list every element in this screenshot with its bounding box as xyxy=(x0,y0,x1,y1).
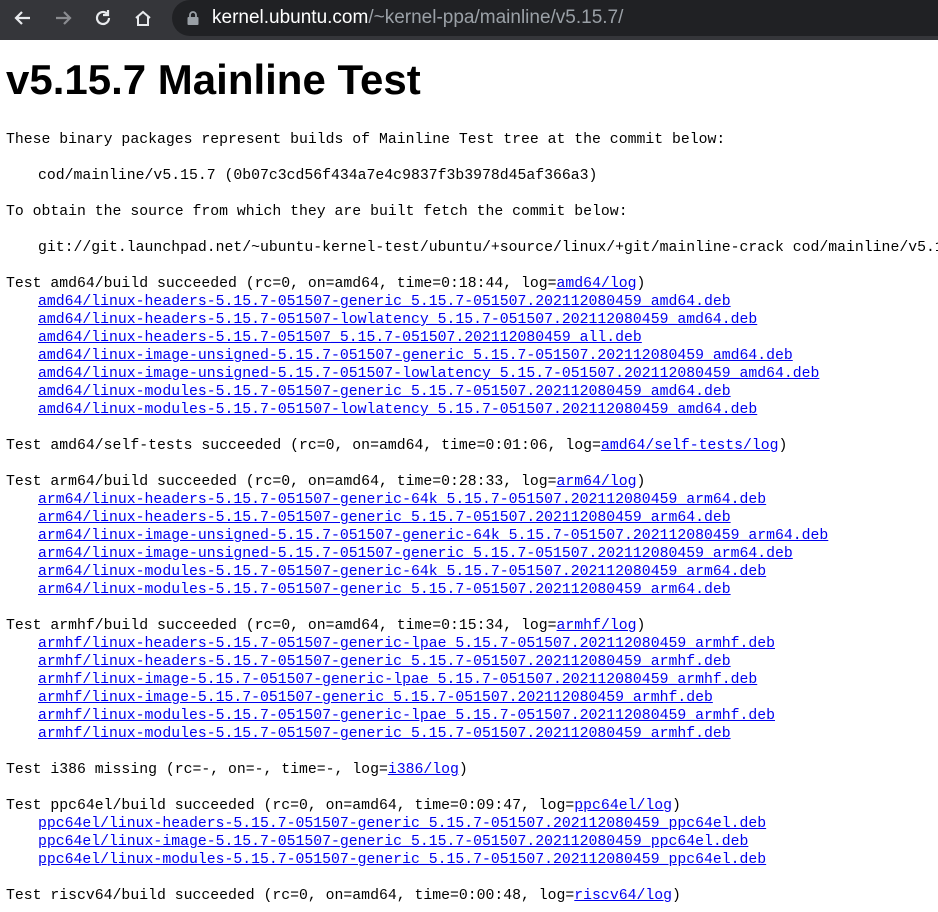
package-link[interactable]: arm64/linux-image-unsigned-5.15.7-051507… xyxy=(6,527,828,545)
test-status-line: Test amd64/build succeeded (rc=0, on=amd… xyxy=(6,276,646,292)
package-link[interactable]: amd64/linux-headers-5.15.7-051507_5.15.7… xyxy=(6,329,819,347)
test-status-line: Test riscv64/build succeeded (rc=0, on=a… xyxy=(6,888,681,904)
package-link[interactable]: armhf/linux-modules-5.15.7-051507-generi… xyxy=(6,725,775,743)
url-text: kernel.ubuntu.com/~kernel-ppa/mainline/v… xyxy=(212,7,623,29)
test-block: Test arm64/build succeeded (rc=0, on=amd… xyxy=(6,473,828,599)
test-status-text: Test amd64/self-tests succeeded (rc=0, o… xyxy=(6,438,601,454)
intro-text: These binary packages represent builds o… xyxy=(6,132,726,148)
lock-icon[interactable] xyxy=(186,10,200,31)
url-path: /~kernel-ppa/mainline/v5.15.7/ xyxy=(368,7,624,28)
package-link[interactable]: armhf/linux-headers-5.15.7-051507-generi… xyxy=(6,653,775,671)
back-icon[interactable] xyxy=(12,7,34,29)
package-link[interactable]: amd64/linux-modules-5.15.7-051507-lowlat… xyxy=(6,401,819,419)
package-link[interactable]: amd64/linux-image-unsigned-5.15.7-051507… xyxy=(6,365,819,383)
log-link[interactable]: amd64/self-tests/log xyxy=(601,438,779,454)
package-link[interactable]: amd64/linux-image-unsigned-5.15.7-051507… xyxy=(6,347,819,365)
test-block: Test i386 missing (rc=-, on=-, time=-, l… xyxy=(6,761,468,779)
test-status-text: Test amd64/build succeeded (rc=0, on=amd… xyxy=(6,276,557,292)
package-link[interactable]: ppc64el/linux-headers-5.15.7-051507-gene… xyxy=(6,815,766,833)
log-link[interactable]: arm64/log xyxy=(557,474,637,490)
package-link[interactable]: ppc64el/linux-modules-5.15.7-051507-gene… xyxy=(6,851,766,869)
test-status-text: Test i386 missing (rc=-, on=-, time=-, l… xyxy=(6,762,388,778)
reload-icon[interactable] xyxy=(92,7,114,29)
test-status-text: Test arm64/build succeeded (rc=0, on=amd… xyxy=(6,474,557,490)
url-host: kernel.ubuntu.com xyxy=(212,7,369,28)
package-link[interactable]: arm64/linux-modules-5.15.7-051507-generi… xyxy=(6,563,828,581)
browser-toolbar: kernel.ubuntu.com/~kernel-ppa/mainline/v… xyxy=(0,0,938,40)
package-link[interactable]: armhf/linux-image-5.15.7-051507-generic_… xyxy=(6,689,775,707)
test-status-line: Test arm64/build succeeded (rc=0, on=amd… xyxy=(6,474,646,490)
log-link[interactable]: i386/log xyxy=(388,762,459,778)
test-block: Test amd64/self-tests succeeded (rc=0, o… xyxy=(6,437,787,455)
package-link[interactable]: amd64/linux-headers-5.15.7-051507-lowlat… xyxy=(6,311,819,329)
log-link[interactable]: armhf/log xyxy=(557,618,637,634)
package-link[interactable]: armhf/linux-headers-5.15.7-051507-generi… xyxy=(6,635,775,653)
address-bar[interactable]: kernel.ubuntu.com/~kernel-ppa/mainline/v… xyxy=(172,0,938,36)
package-link[interactable]: armhf/linux-modules-5.15.7-051507-generi… xyxy=(6,707,775,725)
commit-text: cod/mainline/v5.15.7 (0b07c3cd56f434a7e4… xyxy=(38,168,598,184)
test-status-line: Test amd64/self-tests succeeded (rc=0, o… xyxy=(6,438,788,454)
page-title: v5.15.7 Mainline Test xyxy=(6,56,421,103)
test-status-text: Test ppc64el/build succeeded (rc=0, on=a… xyxy=(6,798,575,814)
test-block: Test amd64/build succeeded (rc=0, on=amd… xyxy=(6,275,819,419)
log-link[interactable]: amd64/log xyxy=(557,276,637,292)
package-link[interactable]: armhf/linux-image-5.15.7-051507-generic-… xyxy=(6,671,775,689)
package-link[interactable]: arm64/linux-headers-5.15.7-051507-generi… xyxy=(6,491,828,509)
home-icon[interactable] xyxy=(132,7,154,29)
test-status-line: Test armhf/build succeeded (rc=0, on=amd… xyxy=(6,618,646,634)
test-block: Test armhf/build succeeded (rc=0, on=amd… xyxy=(6,617,775,743)
test-block: Test riscv64/build succeeded (rc=0, on=a… xyxy=(6,887,681,905)
source-intro-text: To obtain the source from which they are… xyxy=(6,204,628,220)
git-command-text: git://git.launchpad.net/~ubuntu-kernel-t… xyxy=(38,240,938,256)
test-status-line: Test ppc64el/build succeeded (rc=0, on=a… xyxy=(6,798,681,814)
log-link[interactable]: riscv64/log xyxy=(574,888,672,904)
test-status-line: Test i386 missing (rc=-, on=-, time=-, l… xyxy=(6,762,468,778)
package-link[interactable]: amd64/linux-modules-5.15.7-051507-generi… xyxy=(6,383,819,401)
forward-icon[interactable] xyxy=(52,7,74,29)
test-block: Test ppc64el/build succeeded (rc=0, on=a… xyxy=(6,797,766,869)
package-link[interactable]: arm64/linux-modules-5.15.7-051507-generi… xyxy=(6,581,828,599)
package-link[interactable]: amd64/linux-headers-5.15.7-051507-generi… xyxy=(6,293,819,311)
package-link[interactable]: arm64/linux-headers-5.15.7-051507-generi… xyxy=(6,509,828,527)
log-link[interactable]: ppc64el/log xyxy=(574,798,672,814)
package-link[interactable]: ppc64el/linux-image-5.15.7-051507-generi… xyxy=(6,833,766,851)
package-link[interactable]: arm64/linux-image-unsigned-5.15.7-051507… xyxy=(6,545,828,563)
test-status-text: Test armhf/build succeeded (rc=0, on=amd… xyxy=(6,618,557,634)
test-status-text: Test riscv64/build succeeded (rc=0, on=a… xyxy=(6,888,575,904)
